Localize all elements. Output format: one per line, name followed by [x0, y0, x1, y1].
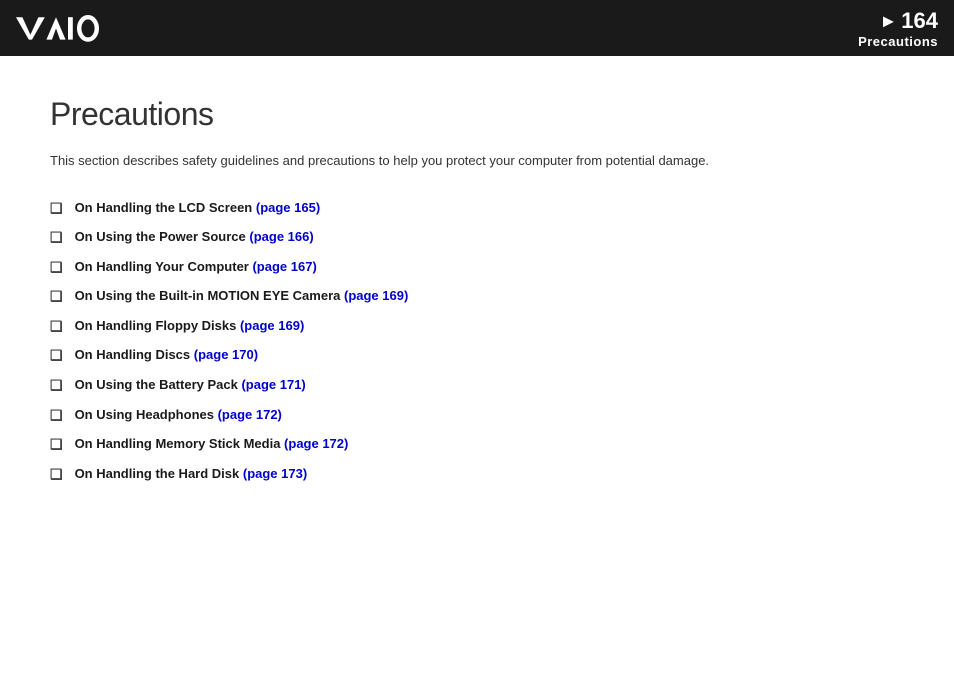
main-content: Precautions This section describes safet… [0, 56, 954, 534]
toc-item-link[interactable]: (page 170) [194, 347, 258, 362]
toc-item-text: On Using the Power Source (page 166) [75, 228, 314, 246]
toc-item-link[interactable]: (page 171) [241, 377, 305, 392]
toc-item-link[interactable]: (page 172) [284, 436, 348, 451]
page-header: ► 164 Precautions [0, 0, 954, 56]
toc-item-link[interactable]: (page 169) [240, 318, 304, 333]
arrow-icon: ► [879, 12, 897, 30]
toc-item-text: On Using Headphones (page 172) [75, 406, 282, 424]
toc-item: On Using the Battery Pack (page 171) [50, 376, 904, 396]
toc-item-link[interactable]: (page 173) [243, 466, 307, 481]
toc-item: On Handling the Hard Disk (page 173) [50, 465, 904, 485]
toc-item-text: On Handling the Hard Disk (page 173) [75, 465, 308, 483]
toc-item-text: On Handling Your Computer (page 167) [75, 258, 317, 276]
toc-item: On Using the Built-in MOTION EYE Camera … [50, 287, 904, 307]
page-title: Precautions [50, 96, 904, 133]
toc-item: On Handling Memory Stick Media (page 172… [50, 435, 904, 455]
toc-item-text: On Using the Battery Pack (page 171) [75, 376, 306, 394]
toc-list: On Handling the LCD Screen (page 165) On … [50, 199, 904, 485]
toc-item: On Using the Power Source (page 166) [50, 228, 904, 248]
toc-item-text: On Handling Discs (page 170) [75, 346, 259, 364]
toc-item: On Handling the LCD Screen (page 165) [50, 199, 904, 219]
toc-item-text: On Handling Memory Stick Media (page 172… [75, 435, 349, 453]
toc-item: On Handling Discs (page 170) [50, 346, 904, 366]
section-label: Precautions [858, 34, 938, 49]
toc-item: On Handling Your Computer (page 167) [50, 258, 904, 278]
header-right: ► 164 Precautions [858, 8, 938, 49]
toc-item-link[interactable]: (page 167) [252, 259, 316, 274]
toc-item-link[interactable]: (page 172) [218, 407, 282, 422]
toc-item-link[interactable]: (page 165) [256, 200, 320, 215]
toc-item-link[interactable]: (page 166) [249, 229, 313, 244]
toc-item-text: On Handling Floppy Disks (page 169) [75, 317, 305, 335]
toc-item-text: On Handling the LCD Screen (page 165) [75, 199, 321, 217]
page-description: This section describes safety guidelines… [50, 151, 904, 171]
page-number: 164 [901, 8, 938, 34]
page-number-row: ► 164 [879, 8, 938, 34]
toc-item-text: On Using the Built-in MOTION EYE Camera … [75, 287, 409, 305]
toc-item-link[interactable]: (page 169) [344, 288, 408, 303]
toc-item: On Handling Floppy Disks (page 169) [50, 317, 904, 337]
toc-item: On Using Headphones (page 172) [50, 406, 904, 426]
vaio-logo [16, 14, 112, 42]
